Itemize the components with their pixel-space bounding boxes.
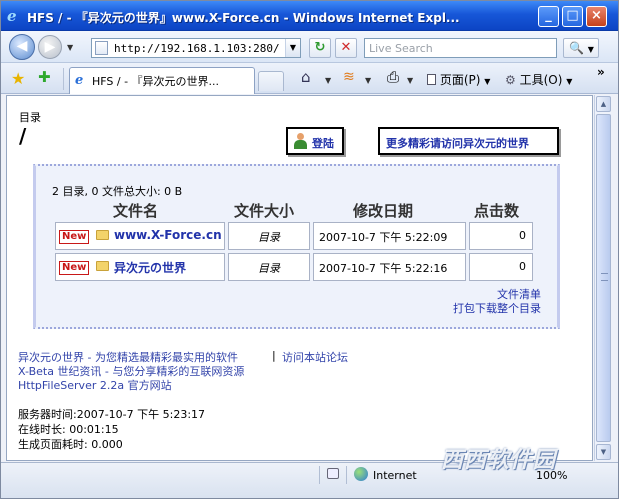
file-link[interactable]: 异次元の世界 xyxy=(114,259,186,276)
vertical-scrollbar[interactable]: ▲ ▼ xyxy=(594,95,611,461)
ie-logo-icon: e xyxy=(7,7,17,25)
file-size-cell: 目录 xyxy=(228,253,310,281)
col-header-name: 文件名 xyxy=(113,202,159,220)
address-dropdown-icon[interactable]: ▼ xyxy=(285,39,300,57)
user-icon xyxy=(294,133,307,149)
favorites-star-icon[interactable]: ★ xyxy=(11,69,25,88)
back-button[interactable]: ◀ xyxy=(9,34,35,60)
hit-count: 0 xyxy=(519,260,526,273)
col-header-size: 文件大小 xyxy=(234,202,295,220)
feeds-icon[interactable]: ≋ xyxy=(343,69,355,85)
address-input[interactable]: http://192.168.1.103:280/ xyxy=(114,42,280,55)
scroll-grip xyxy=(601,273,608,281)
search-button[interactable]: 🔍 ▼ xyxy=(563,38,599,58)
watermark-logo: 西西软件园 xyxy=(441,448,557,473)
dir-label: 目录 xyxy=(19,111,41,124)
col-header-date: 修改日期 xyxy=(353,202,414,220)
render-time: 生成页面耗时: 0.000 xyxy=(18,438,123,451)
file-link[interactable]: www.X-Force.cn xyxy=(114,228,222,242)
search-icon: 🔍 xyxy=(569,41,584,55)
hfs-official-link[interactable]: HttpFileServer 2.2a 官方网站 xyxy=(18,377,172,393)
add-favorite-icon[interactable]: ✚ xyxy=(38,68,51,86)
status-pane-divider xyxy=(319,466,320,484)
server-time: 服务器时间:2007-10-7 下午 5:23:17 xyxy=(18,408,206,421)
close-button[interactable]: × xyxy=(586,6,607,27)
modified-cell: 2007-10-7 下午 5:22:09 xyxy=(313,222,466,250)
scroll-down-icon[interactable]: ▼ xyxy=(596,444,611,460)
page-status-icon xyxy=(327,468,339,479)
maximize-button[interactable]: □ xyxy=(562,6,583,27)
uptime: 在线时长: 00:01:15 xyxy=(18,423,119,436)
tools-menu[interactable]: ⚙ 工具(O) ▼ xyxy=(505,71,572,88)
folder-icon xyxy=(96,230,109,240)
refresh-button[interactable]: ↻ xyxy=(309,38,331,58)
col-header-hits: 点击数 xyxy=(474,202,520,220)
file-name-cell: New 异次元の世界 xyxy=(55,253,225,281)
new-badge: New xyxy=(59,261,90,275)
navigation-bar: ◀ ▶ ▼ http://192.168.1.103:280/ ▼ ↻ ✕ Li… xyxy=(1,31,618,63)
file-list-box: 2 目录, 0 文件总大小: 0 B 文件名 文件大小 修改日期 点击数 New… xyxy=(33,164,560,329)
new-tab-button[interactable] xyxy=(258,71,284,91)
print-icon[interactable]: ⎙ xyxy=(387,68,399,86)
print-dropdown-icon[interactable]: ▼ xyxy=(407,76,413,85)
address-bar[interactable]: http://192.168.1.103:280/ ▼ xyxy=(91,38,301,58)
folder-summary: 2 目录, 0 文件总大小: 0 B xyxy=(52,185,183,198)
file-size-cell: 目录 xyxy=(228,222,310,250)
tools-menu-label: 工具(O) xyxy=(519,73,563,87)
login-button[interactable]: 登陆 xyxy=(286,127,344,155)
title-bar: e HFS / - 『异次元の世界』www.X-Force.cn - Windo… xyxy=(1,1,618,31)
search-dropdown-icon[interactable]: ▼ xyxy=(588,45,594,54)
more-link-button[interactable]: 更多精彩请访问异次元的世界 xyxy=(378,127,559,155)
modified-date: 2007-10-7 下午 5:22:16 xyxy=(319,262,448,275)
stop-button[interactable]: ✕ xyxy=(335,38,357,58)
file-size: 目录 xyxy=(258,262,280,275)
folder-icon xyxy=(96,261,109,271)
tools-menu-dropdown-icon: ▼ xyxy=(566,77,573,86)
scroll-thumb[interactable] xyxy=(596,114,611,442)
hits-cell: 0 xyxy=(469,222,533,250)
history-dropdown-icon[interactable]: ▼ xyxy=(67,43,73,52)
toolbar-overflow-button[interactable]: » xyxy=(597,65,605,79)
hits-cell: 0 xyxy=(469,253,533,281)
modified-cell: 2007-10-7 下午 5:22:16 xyxy=(313,253,466,281)
scroll-up-icon[interactable]: ▲ xyxy=(596,96,611,112)
forward-button[interactable]: ▶ xyxy=(38,35,62,59)
home-icon[interactable]: ⌂ xyxy=(301,68,311,86)
gear-icon: ⚙ xyxy=(505,73,516,87)
tab-separator xyxy=(63,68,64,90)
file-name-cell: New www.X-Force.cn xyxy=(55,222,225,250)
page-content: 目录 / 登陆 更多精彩请访问异次元的世界 2 目录, 0 文件总大小: 0 B… xyxy=(6,95,593,461)
download-all-link[interactable]: 打包下载整个目录 xyxy=(453,300,541,316)
new-badge: New xyxy=(59,230,90,244)
current-path[interactable]: / xyxy=(19,124,26,148)
home-dropdown-icon[interactable]: ▼ xyxy=(325,76,331,85)
modified-date: 2007-10-7 下午 5:22:09 xyxy=(319,231,448,244)
page-menu-dropdown-icon: ▼ xyxy=(484,77,491,86)
link-separator: | xyxy=(272,349,276,362)
tab-hfs[interactable]: e HFS / - 『异次元の世界... xyxy=(69,67,255,94)
page-menu-icon xyxy=(427,74,436,85)
feeds-dropdown-icon[interactable]: ▼ xyxy=(365,76,371,85)
minimize-button[interactable]: _ xyxy=(538,6,559,27)
page-menu[interactable]: 页面(P) ▼ xyxy=(427,71,490,88)
file-size: 目录 xyxy=(258,231,280,244)
page-icon xyxy=(95,41,108,55)
tab-bar: ★ ✚ e HFS / - 『异次元の世界... ⌂ ▼ ≋ ▼ ⎙ ▼ 页面(… xyxy=(1,63,618,94)
hit-count: 0 xyxy=(519,229,526,242)
search-input[interactable]: Live Search xyxy=(364,38,557,58)
status-pane-divider xyxy=(346,466,347,484)
page-menu-label: 页面(P) xyxy=(439,73,481,87)
window-title: HFS / - 『异次元の世界』www.X-Force.cn - Windows… xyxy=(27,11,460,25)
browser-window: e HFS / - 『异次元の世界』www.X-Force.cn - Windo… xyxy=(0,0,619,499)
tab-title: HFS / - 『异次元の世界... xyxy=(92,75,220,88)
login-label: 登陆 xyxy=(312,137,334,150)
security-zone[interactable]: Internet xyxy=(373,469,417,482)
forum-link[interactable]: 访问本站论坛 xyxy=(282,349,348,365)
tab-ie-icon: e xyxy=(75,73,84,88)
internet-zone-icon xyxy=(354,467,368,481)
